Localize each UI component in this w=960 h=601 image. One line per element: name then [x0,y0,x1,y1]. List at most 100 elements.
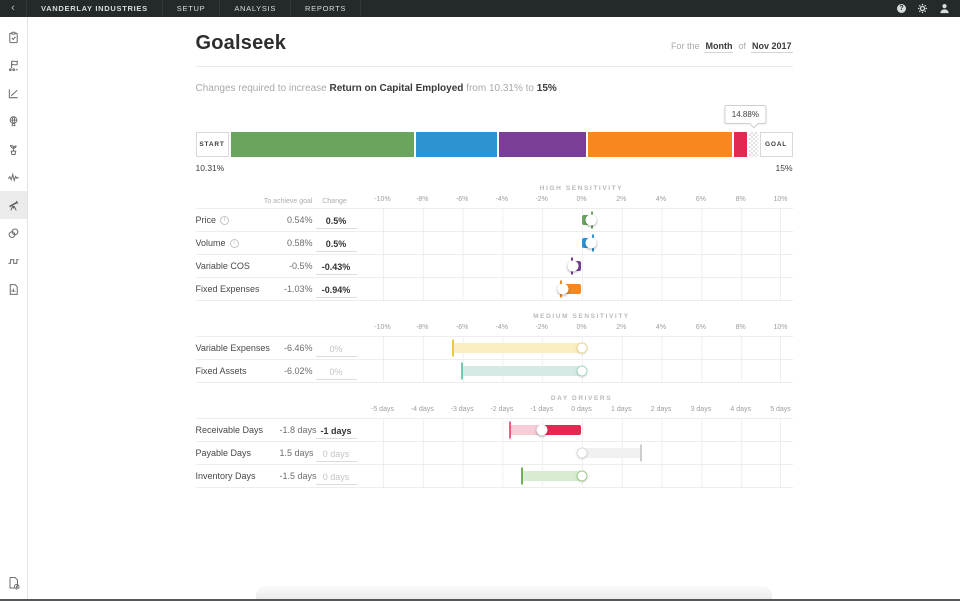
goal-track: 14.88% [231,132,758,157]
slider-chart-inner [383,337,781,359]
change-input[interactable]: -1 days [316,426,357,439]
period-unit-select[interactable]: Month [704,41,733,53]
info-icon[interactable]: i [220,216,229,225]
slider-handle[interactable] [557,284,568,295]
change-input[interactable]: 0 days [316,449,357,462]
section-medium-sensitivity: MEDIUM SENSITIVITY-10%-8%-6%-4%-2%0%2%4%… [196,310,793,383]
sidebar-item-telescope[interactable] [0,191,27,219]
start-box: START [196,132,229,157]
goalbar-segment-receivable-days [734,132,747,157]
section-high-sensitivity: HIGH SENSITIVITYTo achieve goalChange-10… [196,182,793,301]
slider-goal-tick [509,422,511,439]
axis-tick-label: 8% [736,196,746,203]
change-input[interactable]: -0.43% [316,262,357,275]
to-achieve-goal-value: -1.03% [280,284,313,294]
sidebar-item-plant-growth[interactable] [0,135,27,163]
change-cell: -0.94% [313,280,357,298]
slider-handle[interactable] [536,425,547,436]
row-label-text: Inventory Days [196,471,256,481]
slider-goal-tick [452,340,454,357]
axis-tick-label: -2% [535,324,547,331]
goal-progress-bar: START 14.88% GOAL 10.31% 15% [196,103,793,173]
slider-chart-inner [383,278,781,300]
slider-goal-tick [461,363,463,380]
change-cell: 0% [313,339,357,357]
period-date-select[interactable]: Nov 2017 [751,41,793,53]
driver-row-fixed-assets: Fixed Assets-6.02%0% [196,359,793,382]
axis-tick-label: 0% [576,196,586,203]
period-of-label: of [738,41,746,51]
summary-target: 15% [537,83,557,94]
slider-change-bar [542,425,582,435]
change-input[interactable]: 0% [316,344,357,357]
slider-handle[interactable] [576,448,587,459]
nav-item-setup[interactable]: SETUP [163,0,221,17]
achieve-goal-header: To achieve goal [196,198,313,205]
axis-tick-label: -2% [535,196,547,203]
slider-chart [371,209,793,231]
sidebar-item-report-doc[interactable] [0,275,27,303]
row-label: Pricei [196,215,280,225]
user-icon[interactable] [939,3,950,14]
to-achieve-goal-value: 0.58% [280,238,313,248]
section-title: DAY DRIVERS [371,395,793,402]
report-doc-icon [7,283,20,296]
change-input[interactable]: 0.5% [316,216,357,229]
to-achieve-goal-value: 1.5 days [280,448,313,458]
slider-handle[interactable] [576,471,587,482]
axis-ticks-inner: -5 days-4 days-3 days-2 days-1 days0 day… [383,405,781,418]
row-label-text: Fixed Expenses [196,284,260,294]
driver-row-volume: Volumei0.58%0.5% [196,231,793,254]
coins-icon [7,227,20,240]
axis-tick-label: 10% [773,324,787,331]
section-day-drivers: DAY DRIVERS -5 days-4 days-3 days-2 days-… [196,392,793,488]
axis-tick-label: -8% [416,196,428,203]
slider-handle[interactable] [576,343,587,354]
slider-handle[interactable] [567,261,578,272]
driver-row-receivable-days: Receivable Days-1.8 days-1 days [196,418,793,441]
sidebar-item-clipboard-check[interactable] [0,23,27,51]
section-title-row: MEDIUM SENSITIVITY [196,310,793,323]
axis-tick-label: -6% [456,324,468,331]
slider-chart-inner [383,255,781,277]
slider-handle[interactable] [576,366,587,377]
slider-chart [371,465,793,487]
sidebar-item-file-export[interactable] [0,569,27,597]
driver-row-variable-cos: Variable COS-0.5%-0.43% [196,254,793,277]
slider-handle[interactable] [586,238,597,249]
slider-handle[interactable] [586,215,597,226]
slider-chart-inner [383,232,781,254]
sidebar-item-coins[interactable] [0,219,27,247]
change-cell: 0 days [313,467,357,485]
sidebar-item-square-wave[interactable] [0,247,27,275]
change-input[interactable]: 0% [316,367,357,380]
square-wave-icon [7,255,20,268]
sidebar-item-waveform[interactable] [0,163,27,191]
row-label-text: Variable Expenses [196,343,270,353]
change-input[interactable]: -0.94% [316,285,357,298]
nav-item-reports[interactable]: REPORTS [291,0,361,17]
slider-chart-inner [383,360,781,382]
change-cell: 0.5% [313,211,357,229]
nav-item-analysis[interactable]: ANALYSIS [220,0,291,17]
driver-row-inventory-days: Inventory Days -1.5 days0 days [196,464,793,487]
row-label-text: Variable COS [196,261,250,271]
row-label: Variable COS [196,261,280,271]
change-cell: 0.5% [313,234,357,252]
change-input[interactable]: 0 days [316,472,357,485]
help-icon[interactable]: ? [897,4,906,13]
section-title-row: HIGH SENSITIVITY [196,182,793,195]
back-chevron-icon[interactable]: ‹ [0,0,26,17]
axis-tick-label: 4% [656,324,666,331]
change-input[interactable]: 0.5% [316,239,357,252]
row-label: Fixed Expenses [196,284,280,294]
slider-chart [371,255,793,277]
driver-row-payable-days: Payable Days1.5 days0 days [196,441,793,464]
to-achieve-goal-value: -1.5 days [280,471,313,481]
sidebar-item-scenario-flag[interactable] [0,51,27,79]
brand-menu[interactable]: VANDERLAY INDUSTRIES [26,0,163,17]
info-icon[interactable]: i [230,239,239,248]
gear-icon[interactable] [917,3,928,14]
sidebar-item-turbine[interactable] [0,107,27,135]
sidebar-item-axis-chart[interactable] [0,79,27,107]
